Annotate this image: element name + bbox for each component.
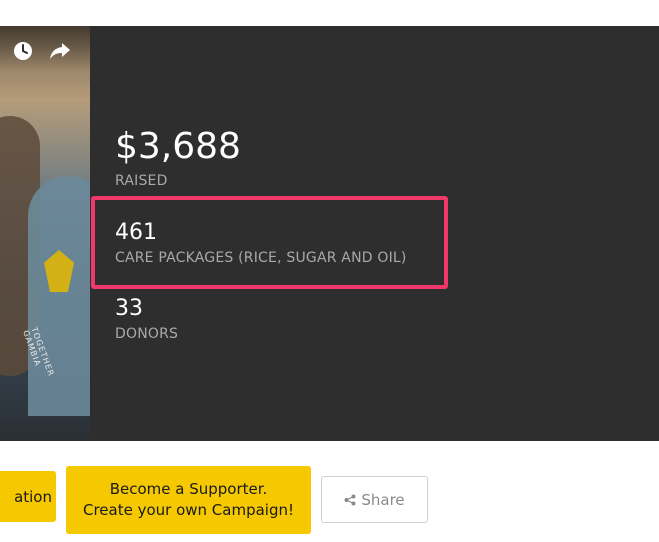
video-thumbnail[interactable]: TOGETHER GAMBIA [0,26,90,441]
share-arrow-icon[interactable] [49,40,71,62]
make-donation-button[interactable]: ation [0,471,56,522]
donation-button-label: ation [14,487,52,506]
clock-icon[interactable] [12,40,34,62]
share-button-label: Share [361,490,405,509]
share-button[interactable]: Share [321,476,428,523]
supporter-button-line2: Create your own Campaign! [82,501,295,519]
become-supporter-button[interactable]: Become a Supporter. Create your own Camp… [66,466,311,534]
share-nodes-icon [344,494,356,506]
raised-label: RAISED [115,173,168,189]
donors-count: 33 [115,296,143,321]
raised-amount: $3,688 [115,126,241,167]
donors-label: DONORS [115,326,179,342]
video-figure-right [28,176,90,416]
supporter-button-line1: Become a Supporter. [109,480,268,498]
campaign-stats-page: TOGETHER GAMBIA $3,688 RAISED 461 CARE P… [0,0,659,542]
highlight-box [91,196,448,289]
